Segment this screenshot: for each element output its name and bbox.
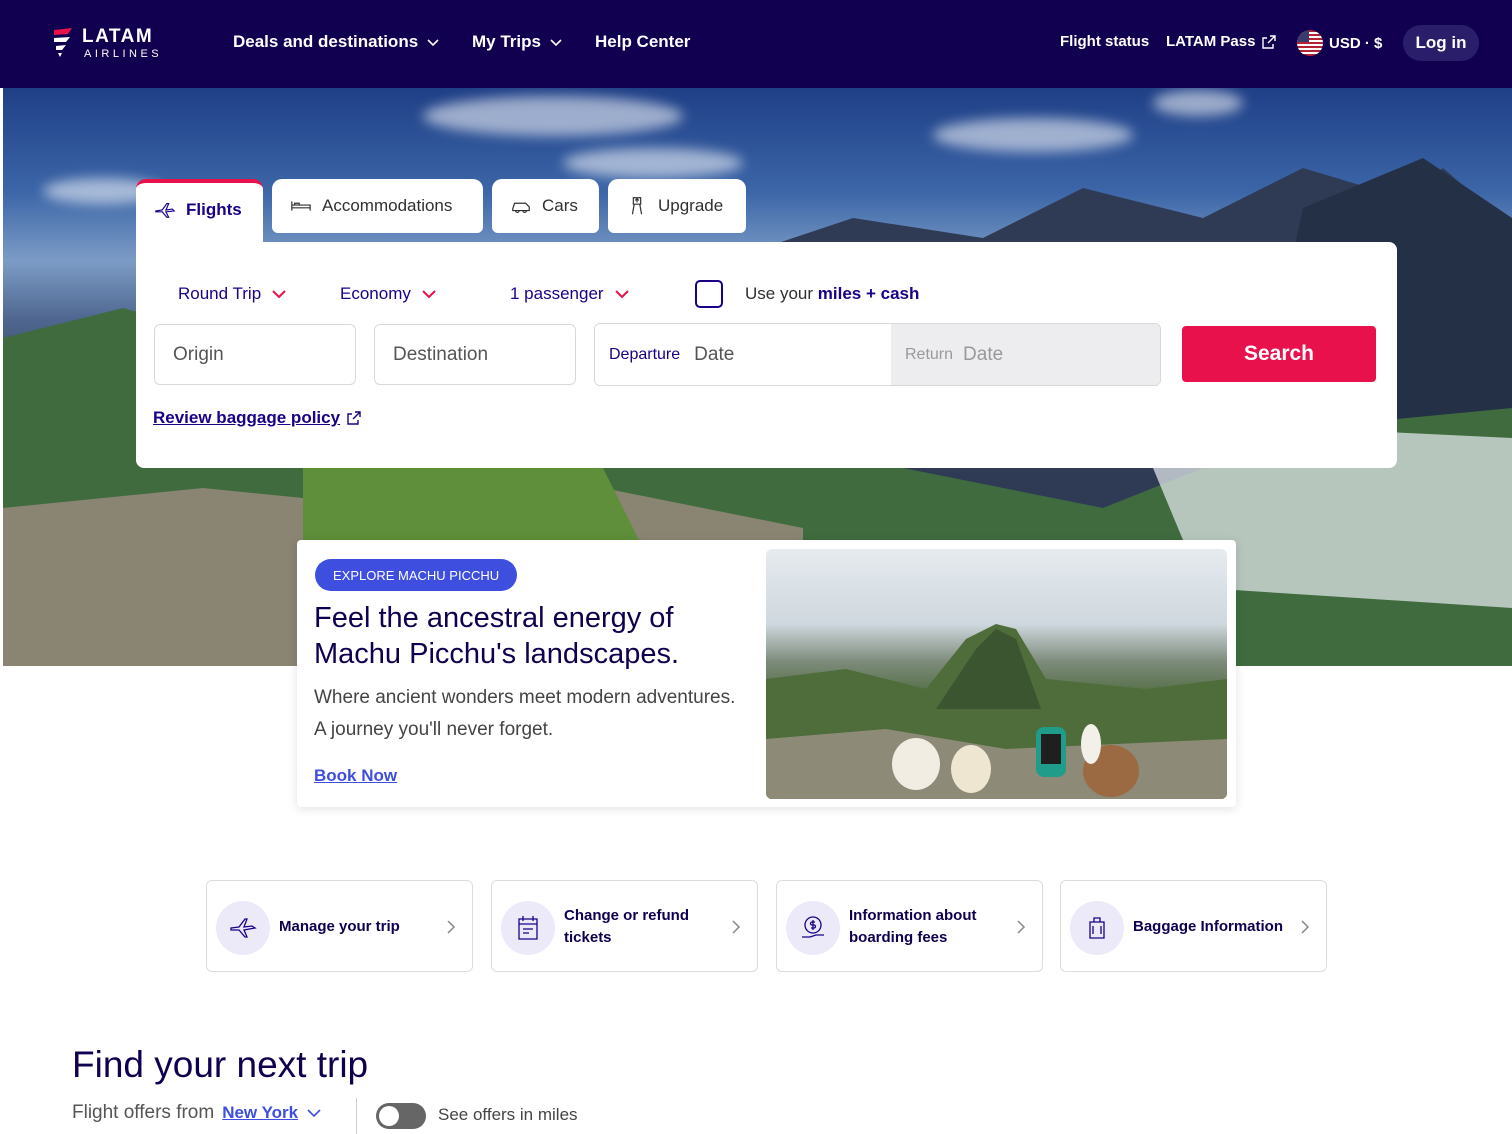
promo-badge: EXPLORE MACHU PICCHU [315,559,518,591]
nav-help-center[interactable]: Help Center [595,32,690,52]
chevron-down-icon[interactable] [306,1105,322,1121]
chevron-down-icon [272,290,286,299]
nav-my-trips-label: My Trips [472,32,541,51]
chevron-right-icon [1017,920,1026,934]
origin-input[interactable]: Origin [154,324,356,385]
chevron-down-icon [422,290,436,299]
plane-icon [155,202,176,218]
nav-flight-status[interactable]: Flight status [1060,33,1149,50]
return-label: Return [905,345,954,363]
plane-icon [230,918,257,938]
quick-link-icon-wrap [501,901,555,955]
currency-label: USD · $ [1329,34,1383,52]
quick-link-label: Baggage Information [1133,918,1284,935]
departure-label: Departure [609,345,681,363]
miles-bold: miles + cash [817,284,920,303]
nav-my-trips[interactable]: My Trips [472,32,563,52]
tab-accommodations-label: Accommodations [322,196,453,215]
offers-city-selector[interactable]: New York [222,1103,298,1123]
tab-accommodations[interactable]: Accommodations [272,179,483,233]
calendar-ticket-icon [518,916,538,940]
nav-latam-pass-label: LATAM Pass [1166,33,1256,50]
find-next-trip-heading: Find your next trip [72,1044,369,1085]
quick-link-icon-wrap [1070,901,1124,955]
chevron-down-icon [427,39,439,47]
latam-logo-icon [54,28,72,57]
tab-upgrade-label: Upgrade [658,196,724,215]
promo-card: EXPLORE MACHU PICCHU Feel the ancestral … [297,540,1236,807]
latam-logo[interactable]: LATAM AIRLINES [52,24,182,64]
quick-link-icon-wrap [786,901,840,955]
miles-cash-checkbox[interactable] [695,280,723,308]
flight-offers-origin: Flight offers from New York [72,1102,322,1124]
baggage-link-label: Review baggage policy [153,408,341,427]
return-date-input[interactable]: Return Date [891,324,1160,385]
external-link-icon [1262,34,1277,49]
offers-in-miles-label: See offers in miles [438,1105,578,1124]
login-button[interactable]: Log in [1403,25,1479,61]
flight-search-form: Round Trip Economy 1 passenger Use your … [136,242,1397,468]
nav-latam-pass[interactable]: LATAM Pass [1166,33,1277,50]
departure-date-input[interactable]: Departure Date [595,324,891,385]
chevron-right-icon [1301,920,1310,934]
quick-link-change-refund[interactable]: Change or refund tickets [491,880,758,972]
currency-selector[interactable]: USD · $ [1297,30,1382,56]
upgrade-seat-icon [631,197,643,215]
nav-help-center-label: Help Center [595,32,691,51]
offers-in-miles-toggle[interactable] [376,1103,426,1129]
top-navigation: LATAM AIRLINES Deals and destinations My… [0,0,1512,88]
promo-description: Where ancient wonders meet modern advent… [314,687,736,740]
nav-deals-and-destinations[interactable]: Deals and destinations [233,32,440,52]
date-range-field: Departure Date Return Date [594,323,1161,386]
external-link-icon [347,411,361,425]
passengers-value: 1 passenger [510,284,604,303]
destination-input[interactable]: Destination [374,324,576,385]
us-flag-icon [1297,30,1323,56]
chevron-right-icon [732,920,741,934]
machu-picchu-illustration [766,624,1227,799]
quick-link-manage-trip[interactable]: Manage your trip [206,880,473,972]
quick-link-icon-wrap [216,901,270,955]
passengers-select[interactable]: 1 passenger [510,284,630,304]
nav-deals-label: Deals and destinations [233,32,419,51]
quick-link-label: Manage your trip [279,918,400,935]
quick-link-label: Change or refund tickets [564,907,690,946]
cabin-class-value: Economy [340,284,411,303]
chevron-right-icon [447,920,456,934]
tab-upgrade[interactable]: Upgrade [608,179,746,233]
quick-link-baggage-info[interactable]: Baggage Information [1060,880,1327,972]
divider [356,1098,357,1134]
money-hand-icon [802,916,824,938]
review-baggage-policy-link[interactable]: Review baggage policy [153,408,362,428]
offers-prefix: Flight offers from [72,1102,215,1123]
chevron-down-icon [614,290,629,299]
chevron-down-icon [550,39,562,47]
tab-flights[interactable]: Flights [136,179,263,245]
nav-flight-status-label: Flight status [1060,33,1150,50]
trip-type-value: Round Trip [178,284,262,303]
departure-value: Date [694,343,735,365]
miles-prefix: Use your [745,284,814,303]
book-now-link[interactable]: Book Now [314,766,397,786]
tab-flights-label: Flights [186,200,242,219]
promo-title: Feel the ancestral energy of Machu Picch… [314,602,680,670]
tab-cars[interactable]: Cars [492,179,599,233]
luggage-icon [1089,917,1105,939]
quick-link-boarding-fees[interactable]: Information about boarding fees [776,880,1043,972]
return-value: Date [963,343,1004,365]
bed-icon [291,201,311,211]
quick-link-label: Information about boarding fees [849,907,977,946]
trip-type-select[interactable]: Round Trip [178,284,287,304]
logo-wordmark: LATAM [82,26,154,47]
miles-cash-label: Use your miles + cash [745,284,919,304]
tab-cars-label: Cars [542,196,578,215]
machu-picchu-photo [766,549,1227,799]
car-icon [512,202,530,213]
logo-subtitle: AIRLINES [84,48,163,60]
search-button[interactable]: Search [1182,326,1376,382]
cabin-class-select[interactable]: Economy [340,284,437,304]
